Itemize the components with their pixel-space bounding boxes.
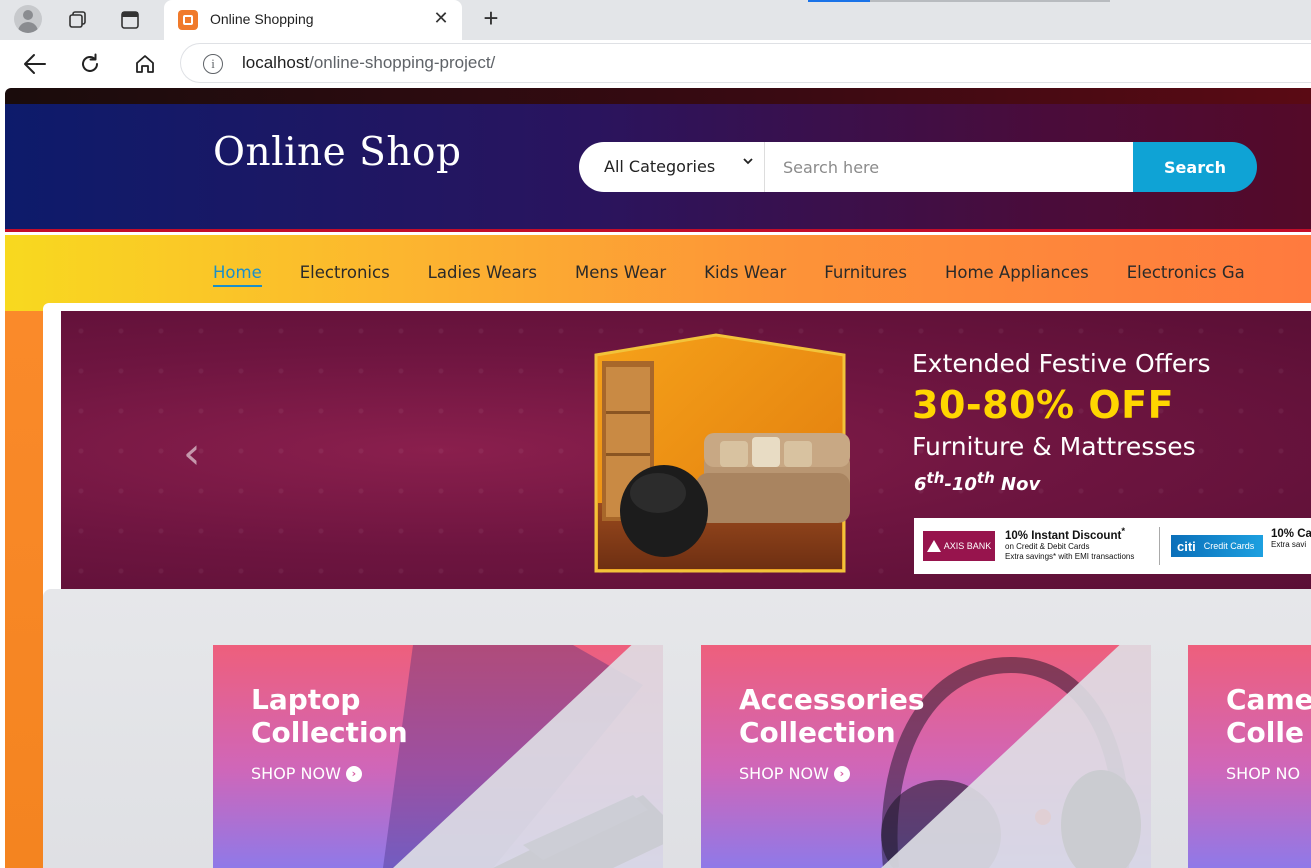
web-page: Online Shop All Categories Search Home E…: [5, 88, 1311, 868]
offer-date-month: Nov: [994, 474, 1041, 495]
axis-bank-logo: AXIS BANK: [923, 531, 995, 561]
info-icon[interactable]: i: [203, 54, 223, 74]
card-title: Laptop Collection: [251, 683, 408, 749]
accessories-collection-card[interactable]: Accessories Collection SHOP NOW ›: [701, 645, 1151, 868]
offer-date-end: -10: [944, 474, 977, 495]
offer-discount: 30-80% OFF: [912, 383, 1175, 427]
close-tab-icon[interactable]: ✕: [430, 8, 452, 30]
home-icon[interactable]: [130, 50, 160, 78]
shop-now-label: SHOP NOW: [251, 764, 341, 783]
profile-icon[interactable]: [14, 5, 42, 33]
axis-bank-logo-text: AXIS BANK: [943, 541, 992, 551]
bank-offer-axis-line1: on Credit & Debit Cards: [1005, 541, 1090, 551]
offer-dates: 6th-10th Nov: [914, 469, 1040, 495]
site-logo[interactable]: Online Shop: [213, 130, 461, 175]
nav-item-kids-wear[interactable]: Kids Wear: [704, 263, 786, 282]
bank-offer-axis-mark: *: [1121, 526, 1126, 537]
bank-offer-axis-line2: Extra savings* with EMI transactions: [1005, 551, 1135, 561]
shop-now-link[interactable]: SHOP NOW ›: [739, 764, 850, 783]
side-decoration: [5, 311, 43, 868]
offer-category: Furniture & Mattresses: [912, 432, 1196, 461]
main-navigation: Home Electronics Ladies Wears Mens Wear …: [5, 235, 1311, 311]
bank-offer-citi: 10% Ca Extra savi: [1271, 528, 1311, 549]
workspaces-icon[interactable]: [64, 6, 92, 34]
new-tab-button[interactable]: +: [477, 5, 505, 33]
card-title-line2: Colle: [1226, 716, 1304, 749]
arrow-circle-right-icon: ›: [345, 765, 362, 782]
url-host: localhost: [242, 53, 310, 72]
shop-now-label: SHOP NOW: [739, 764, 829, 783]
url-text[interactable]: localhost/online-shopping-project/: [242, 53, 495, 73]
active-tab[interactable]: Online Shopping ✕: [164, 0, 462, 40]
bank-offer-axis-title: 10% Instant Discount: [1005, 529, 1122, 542]
category-select[interactable]: All Categories: [579, 142, 765, 192]
nav-item-home-appliances[interactable]: Home Appliances: [945, 263, 1089, 282]
site-favicon-icon: [178, 10, 198, 30]
top-strip: [5, 88, 1311, 104]
search-form: All Categories Search: [579, 142, 1257, 192]
chevron-left-icon[interactable]: ‹: [183, 431, 213, 477]
address-bar[interactable]: i localhost/online-shopping-project/: [180, 43, 1311, 83]
bank-offer-axis: 10% Instant Discount* on Credit & Debit …: [1005, 526, 1134, 562]
offer-heading: Extended Festive Offers: [912, 349, 1211, 378]
bank-offer-citi-line1: Extra savi: [1271, 540, 1307, 549]
card-title-line1: Accessories: [739, 683, 925, 716]
url-path: /online-shopping-project/: [309, 53, 496, 72]
search-button[interactable]: Search: [1133, 142, 1257, 192]
promo-banner-slide[interactable]: ‹ Extended Festive Offers 30-80% OFF Fur…: [61, 311, 1311, 589]
nav-item-ladies-wears[interactable]: Ladies Wears: [428, 263, 537, 282]
bank-divider: [1159, 527, 1160, 565]
bank-offer-citi-title: 10% Ca: [1271, 528, 1311, 540]
nav-item-electronics-gadgets[interactable]: Electronics Ga: [1127, 263, 1245, 282]
offer-date-start-suffix: th: [926, 469, 945, 487]
offer-date-start: 6: [914, 474, 927, 495]
card-title-line2: Collection: [739, 716, 896, 749]
reload-icon[interactable]: [75, 50, 105, 78]
shop-now-link[interactable]: SHOP NOW ›: [251, 764, 362, 783]
offer-date-end-suffix: th: [976, 469, 995, 487]
tab-strip-indicator-secondary: [870, 0, 1110, 2]
browser-tab-bar: Online Shopping ✕ +: [0, 0, 1311, 40]
site-header: Online Shop All Categories Search: [5, 104, 1311, 232]
card-title-line1: Came: [1226, 683, 1311, 716]
card-title-line1: Laptop: [251, 683, 361, 716]
tab-actions-icon[interactable]: [116, 6, 144, 34]
furniture-product-image: [594, 333, 850, 573]
laptop-collection-card[interactable]: Laptop Collection SHOP NOW ›: [213, 645, 663, 868]
bank-offers-strip: AXIS BANK 10% Instant Discount* on Credi…: [914, 518, 1311, 574]
card-title-line2: Collection: [251, 716, 408, 749]
chevron-down-icon: [742, 155, 754, 171]
back-arrow-icon[interactable]: [20, 50, 50, 78]
citi-logo-subtext: Credit Cards: [1203, 541, 1255, 551]
search-input[interactable]: [765, 142, 1133, 192]
arrow-circle-right-icon: ›: [833, 765, 850, 782]
shop-now-link[interactable]: SHOP NO: [1226, 764, 1300, 783]
nav-item-home[interactable]: Home: [213, 263, 262, 287]
shop-now-label: SHOP NO: [1226, 764, 1301, 783]
tab-title: Online Shopping: [210, 11, 314, 27]
nav-item-mens-wear[interactable]: Mens Wear: [575, 263, 666, 282]
camera-collection-card[interactable]: Came Colle SHOP NO: [1188, 645, 1311, 868]
card-title: Accessories Collection: [739, 683, 925, 749]
tab-strip-indicator: [808, 0, 870, 2]
category-select-value: All Categories: [604, 157, 716, 176]
card-title: Came Colle: [1226, 683, 1311, 749]
nav-menu: Home Electronics Ladies Wears Mens Wear …: [213, 263, 1283, 287]
citi-logo: citi Credit Cards: [1171, 535, 1263, 557]
nav-item-furnitures[interactable]: Furnitures: [824, 263, 907, 282]
citi-logo-text: citi: [1177, 538, 1196, 554]
nav-item-electronics[interactable]: Electronics: [300, 263, 390, 282]
